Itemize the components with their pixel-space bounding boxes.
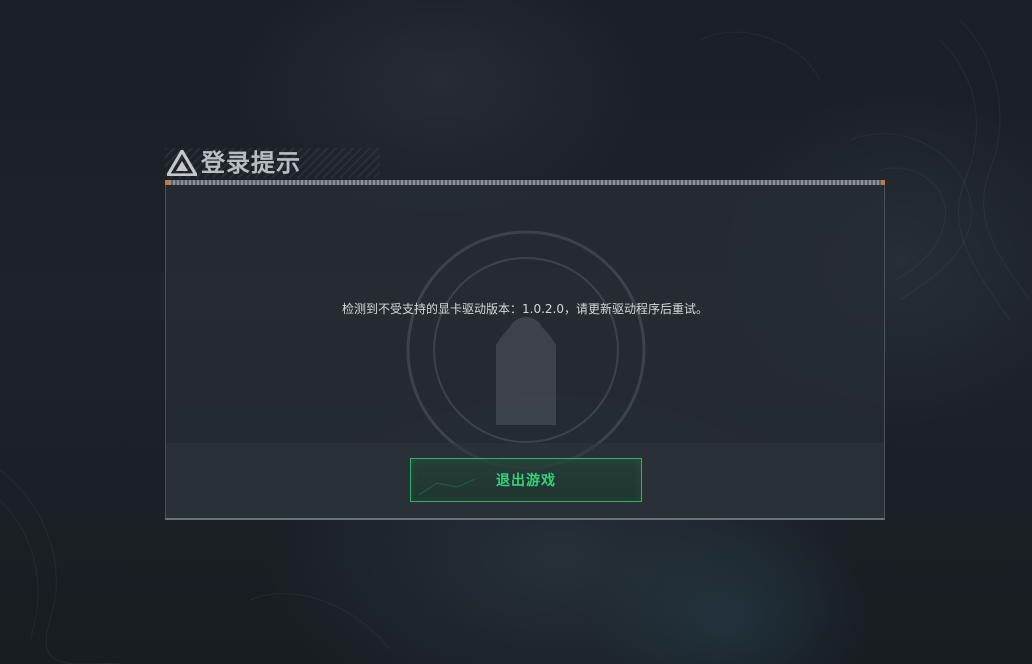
warning-triangle-icon	[167, 150, 197, 176]
exit-game-button-label: 退出游戏	[496, 473, 556, 489]
driver-error-message: 检测到不受支持的显卡驱动版本：1.0.2.0，请更新驱动程序后重试。	[342, 302, 708, 316]
login-alert-dialog: 检测到不受支持的显卡驱动版本：1.0.2.0，请更新驱动程序后重试。 退出游戏	[165, 185, 885, 520]
emblem-watermark	[406, 230, 646, 470]
dialog-title: 登录提示	[201, 149, 301, 177]
dialog-title-bar: 登录提示	[165, 144, 885, 180]
exit-game-button[interactable]: 退出游戏	[410, 458, 642, 502]
